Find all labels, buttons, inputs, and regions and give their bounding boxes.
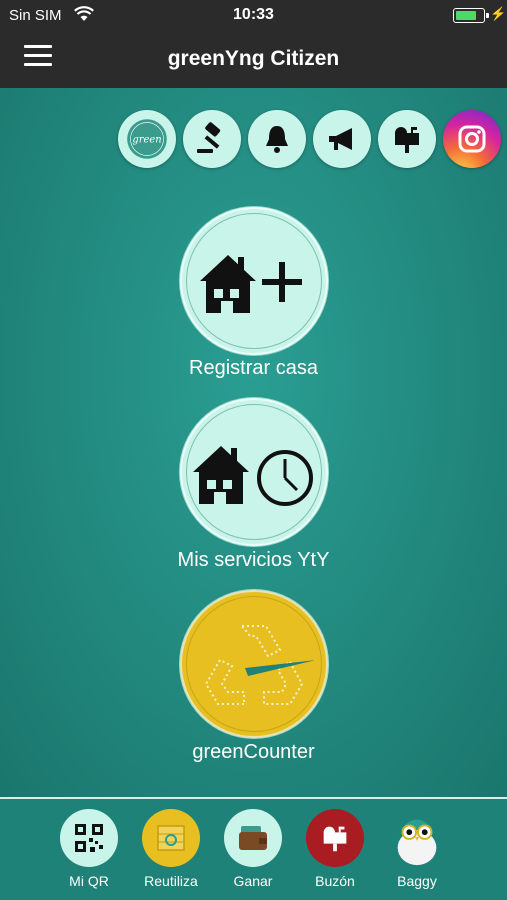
green-counter-button[interactable] [180, 590, 328, 738]
tab-my-qr-label: Mi QR [69, 873, 109, 889]
green-counter-label: greenCounter [192, 741, 315, 763]
tab-reuse-label: Reutiliza [144, 873, 198, 889]
tab-baggy-label: Baggy [397, 873, 437, 889]
legal-button[interactable] [183, 110, 241, 168]
notifications-button[interactable] [248, 110, 306, 168]
my-services-button[interactable] [180, 398, 328, 546]
status-bar: Sin SIM 10:33 ⚡ [0, 0, 507, 30]
nav-bar: greenYng Citizen [0, 30, 507, 88]
page-title: greenYng Citizen [167, 47, 340, 70]
register-house-label: Registrar casa [189, 357, 318, 379]
instagram-icon [458, 125, 486, 153]
tab-baggy[interactable]: Baggy [381, 809, 453, 889]
my-services-label: Mis servicios YtY [177, 549, 330, 571]
wallet-icon [239, 826, 267, 850]
svg-text:green: green [132, 134, 161, 145]
tab-earn-label: Ganar [233, 873, 273, 889]
tab-mailbox[interactable]: Buzón [299, 809, 371, 889]
recycle-box-icon [157, 825, 185, 851]
mailbox-button[interactable] [378, 110, 436, 168]
owl-mascot-icon [397, 819, 437, 866]
tab-mailbox-label: Buzón [315, 873, 355, 889]
announcements-button[interactable] [313, 110, 371, 168]
qr-code-icon [75, 824, 103, 852]
tab-bar: Mi QR Reutiliza Ganar Buzón Baggy [0, 799, 507, 900]
mailbox-icon [323, 826, 347, 852]
green-logo-button[interactable]: green [118, 110, 176, 168]
instagram-button[interactable] [443, 110, 501, 168]
charging-icon: ⚡ [490, 6, 507, 21]
register-house-button[interactable] [180, 207, 328, 355]
mailbox-icon [395, 127, 419, 153]
tab-my-qr[interactable]: Mi QR [53, 809, 125, 889]
tab-reuse[interactable]: Reutiliza [135, 809, 207, 889]
green-logo-icon: green [127, 119, 167, 159]
bell-icon [266, 126, 288, 153]
clock: 10:33 [233, 6, 274, 23]
gavel-icon [197, 122, 221, 153]
battery-icon [453, 8, 489, 23]
megaphone-icon [329, 128, 352, 150]
tab-earn[interactable]: Ganar [217, 809, 289, 889]
